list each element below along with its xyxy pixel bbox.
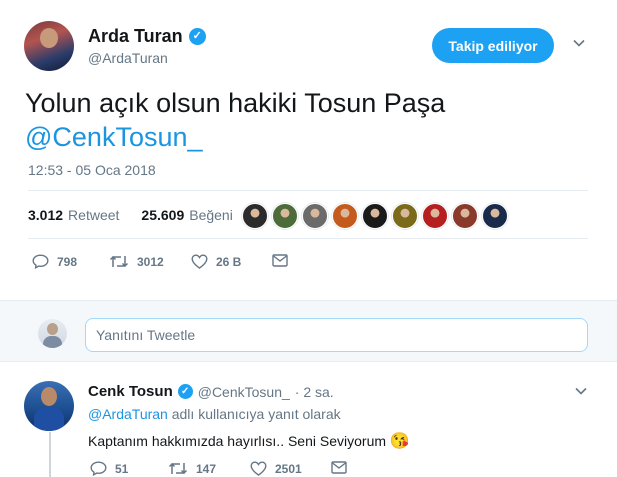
retweet-action-count: 3012 <box>137 254 164 269</box>
like-action[interactable]: 26 B <box>191 254 241 269</box>
thread-line <box>49 432 51 477</box>
reply-direct-message-action[interactable] <box>331 461 347 474</box>
tweet-text-line: Yolun açık olsun hakiki Tosun Paşa <box>25 88 446 118</box>
heart-icon <box>191 254 208 269</box>
liker-avatar[interactable] <box>422 203 448 229</box>
liker-avatar[interactable] <box>452 203 478 229</box>
reply-action[interactable]: 798 <box>32 254 77 269</box>
retweet-count[interactable]: 3.012 <box>28 207 63 223</box>
reply-icon <box>32 254 49 269</box>
liker-avatar[interactable] <box>362 203 388 229</box>
reply-input[interactable]: Yanıtını Tweetle <box>85 318 588 352</box>
liker-avatar[interactable] <box>242 203 268 229</box>
liker-avatar[interactable] <box>302 203 328 229</box>
verified-icon: ✓ <box>177 384 193 399</box>
like-action-count: 26 B <box>216 254 242 269</box>
retweet-label[interactable]: Retweet <box>68 207 119 223</box>
like-count[interactable]: 25.609 <box>141 207 184 223</box>
heart-icon <box>250 461 267 476</box>
author-name[interactable]: Arda Turan <box>88 26 183 47</box>
envelope-icon <box>272 254 288 267</box>
author-avatar[interactable] <box>24 21 74 71</box>
reply-retweet-count: 147 <box>196 461 217 476</box>
like-label[interactable]: Beğeni <box>189 207 233 223</box>
liker-avatar[interactable] <box>392 203 418 229</box>
tweet-mention-link[interactable]: @CenkTosun_ <box>25 120 445 154</box>
reply-author-avatar[interactable] <box>24 381 74 431</box>
reply-reply-count: 51 <box>115 461 129 476</box>
current-user-avatar[interactable] <box>38 319 67 348</box>
author-handle[interactable]: @ArdaTuran <box>88 50 168 66</box>
liker-avatar[interactable] <box>332 203 358 229</box>
reply-context: @ArdaTuran adlı kullanıcıya yanıt olarak <box>88 406 341 422</box>
reply-reply-action[interactable]: 51 <box>90 461 128 476</box>
tweet-timestamp[interactable]: 12:53 - 05 Oca 2018 <box>28 162 156 178</box>
chevron-down-icon[interactable] <box>572 36 586 53</box>
retweet-icon <box>168 462 188 475</box>
reply-icon <box>90 461 107 476</box>
retweet-action[interactable]: 3012 <box>109 254 164 269</box>
liker-avatar[interactable] <box>272 203 298 229</box>
tweet-text: Yolun açık olsun hakiki Tosun Paşa @Cenk… <box>25 86 445 154</box>
reply-author-name[interactable]: Cenk Tosun <box>88 383 173 400</box>
reply-like-count: 2501 <box>275 461 302 476</box>
reply-retweet-action[interactable]: 147 <box>168 461 216 476</box>
reply-like-action[interactable]: 2501 <box>250 461 302 476</box>
liker-avatar[interactable] <box>482 203 508 229</box>
envelope-icon <box>331 461 347 474</box>
retweet-icon <box>109 255 129 268</box>
reply-time[interactable]: · 2 sa. <box>295 384 334 400</box>
reply-author-handle[interactable]: @CenkTosun_ <box>198 384 290 400</box>
reply-to-text: adlı kullanıcıya yanıt olarak <box>167 406 341 422</box>
kiss-emoji-icon: 😘 <box>389 433 410 450</box>
direct-message-action[interactable] <box>272 254 288 267</box>
verified-icon: ✓ <box>188 28 206 45</box>
reply-to-mention[interactable]: @ArdaTuran <box>88 406 168 422</box>
reply-text: Kaptanım hakkımızda hayırlısı.. Seni Sev… <box>88 431 410 451</box>
reply-count: 798 <box>57 254 78 269</box>
reply-body: Kaptanım hakkımızda hayırlısı.. Seni Sev… <box>88 433 390 449</box>
chevron-down-icon[interactable] <box>574 384 588 401</box>
follow-button[interactable]: Takip ediliyor <box>432 28 554 63</box>
